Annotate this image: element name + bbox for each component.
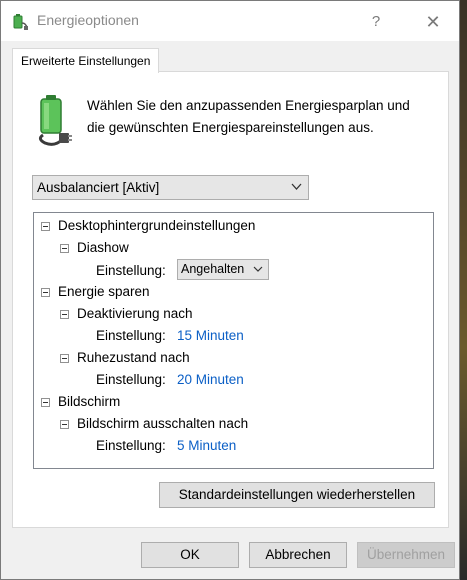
tree-item-display-off-after[interactable]: Bildschirm ausschalten nach bbox=[77, 413, 248, 435]
tree-setting-label: Einstellung: bbox=[96, 263, 166, 278]
deactivate-setting-value[interactable]: 15 Minuten bbox=[177, 325, 244, 347]
tree-setting-label: Einstellung: bbox=[96, 438, 166, 453]
collapse-icon[interactable] bbox=[60, 354, 69, 363]
power-plan-select[interactable]: Ausbalanciert [Aktiv] bbox=[32, 175, 309, 200]
power-options-window: Energieoptionen ? ✕ Erweiterte Einstellu… bbox=[0, 0, 460, 580]
tree-setting-label: Einstellung: bbox=[96, 328, 166, 343]
chevron-down-icon bbox=[291, 183, 302, 190]
tree-item-energy-saving[interactable]: Energie sparen bbox=[58, 281, 150, 303]
display-setting-value[interactable]: 5 Minuten bbox=[177, 435, 236, 457]
tree-item-display[interactable]: Bildschirm bbox=[58, 391, 120, 413]
title-bar: Energieoptionen ? ✕ bbox=[1, 1, 459, 41]
sleep-setting-value[interactable]: 20 Minuten bbox=[177, 369, 244, 391]
tree-item-sleep-after[interactable]: Ruhezustand nach bbox=[77, 347, 190, 369]
ok-button[interactable]: OK bbox=[141, 542, 239, 568]
settings-tree[interactable]: Desktophintergrundeinstellungen Diashow … bbox=[33, 212, 434, 469]
apply-button[interactable]: Übernehmen bbox=[357, 542, 455, 568]
collapse-icon[interactable] bbox=[60, 244, 69, 253]
slideshow-setting-select[interactable]: Angehalten bbox=[177, 259, 269, 280]
tree-setting-label: Einstellung: bbox=[96, 372, 166, 387]
collapse-icon[interactable] bbox=[41, 398, 50, 407]
window-title: Energieoptionen bbox=[37, 12, 139, 28]
collapse-icon[interactable] bbox=[41, 222, 50, 231]
battery-plug-icon bbox=[38, 95, 72, 146]
cancel-button[interactable]: Abbrechen bbox=[249, 542, 347, 568]
slideshow-setting-value: Angehalten bbox=[181, 262, 245, 276]
description-text: Wählen Sie den anzupassenden Energiespar… bbox=[87, 98, 410, 135]
power-plan-select-value: Ausbalanciert [Aktiv] bbox=[37, 180, 160, 195]
close-button[interactable]: ✕ bbox=[419, 9, 447, 35]
collapse-icon[interactable] bbox=[60, 420, 69, 429]
tree-item-desktop-background[interactable]: Desktophintergrundeinstellungen bbox=[58, 215, 255, 237]
tree-item-deactivate-after[interactable]: Deaktivierung nach bbox=[77, 303, 193, 325]
help-button[interactable]: ? bbox=[363, 9, 389, 35]
chevron-down-icon bbox=[253, 266, 263, 272]
power-options-app-icon bbox=[13, 14, 28, 30]
collapse-icon[interactable] bbox=[60, 310, 69, 319]
tree-item-slideshow[interactable]: Diashow bbox=[77, 237, 129, 259]
background-window-edge bbox=[460, 0, 467, 580]
tab-advanced-settings[interactable]: Erweiterte Einstellungen bbox=[12, 48, 160, 73]
collapse-icon[interactable] bbox=[41, 288, 50, 297]
restore-defaults-button[interactable]: Standardeinstellungen wiederherstellen bbox=[159, 482, 435, 508]
